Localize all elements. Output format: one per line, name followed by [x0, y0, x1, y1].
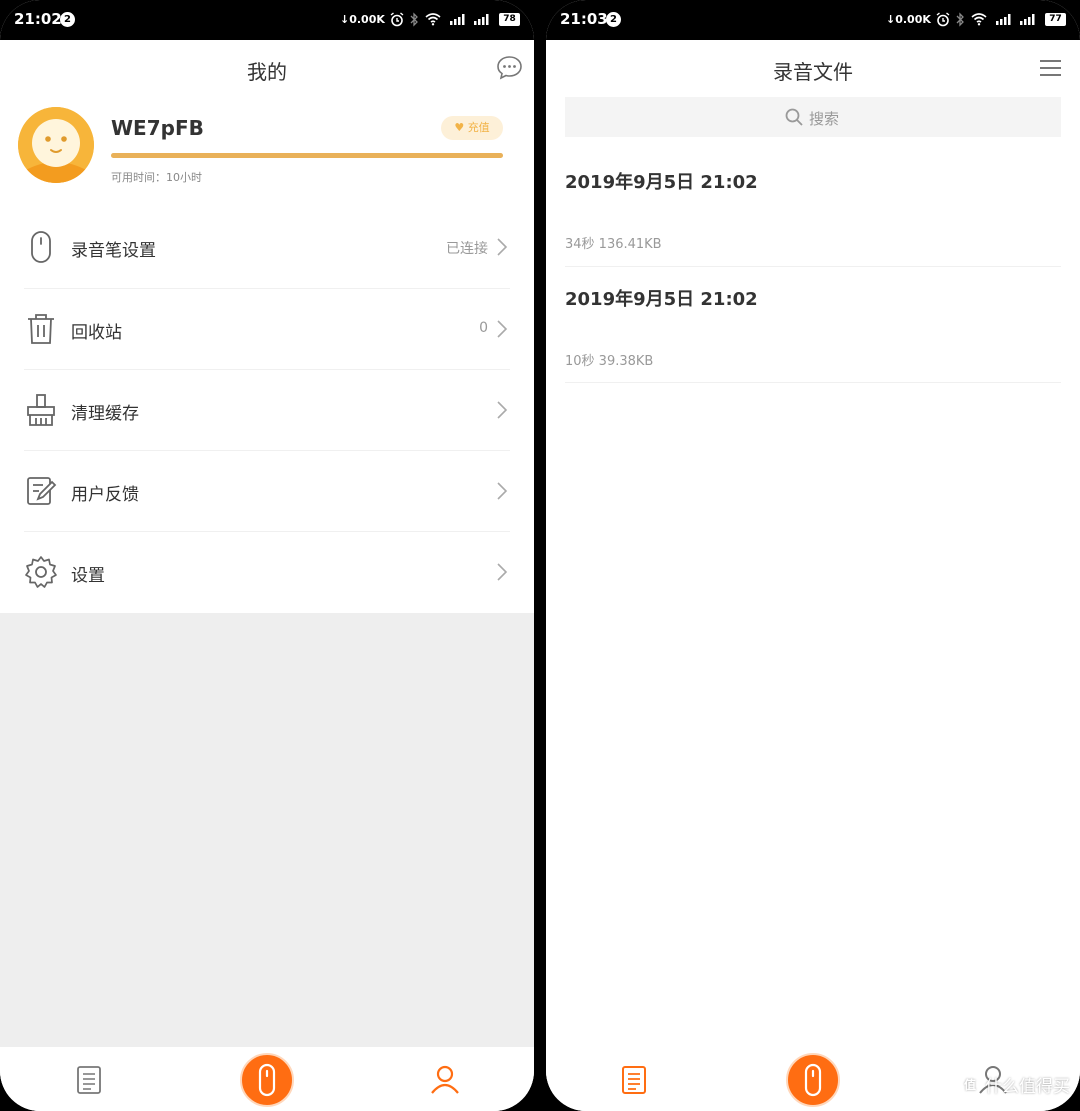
menu-item-settings[interactable]: 设置	[0, 532, 534, 612]
recorder-pen-icon	[804, 1063, 822, 1097]
menu-item-label: 用户反馈	[71, 485, 139, 505]
diamond-icon: ♥	[454, 121, 465, 134]
recorder-pen-icon	[31, 231, 51, 263]
signal-icon	[474, 14, 489, 25]
search-bar[interactable]: 搜索	[565, 97, 1061, 137]
menu-item-label: 录音笔设置	[71, 241, 156, 261]
time-progress-bar	[111, 153, 503, 158]
recordings-screen: 21:03 2 ↓0.00K 77 录音文件 搜索 2019年9月5日 21:0…	[546, 0, 1080, 1111]
bluetooth-icon	[956, 12, 964, 27]
chevron-right-icon	[497, 320, 508, 338]
menu-item-recorder-settings[interactable]: 录音笔设置 已连接	[0, 207, 534, 287]
search-placeholder: 搜索	[809, 110, 840, 128]
signal-icon	[1020, 14, 1035, 25]
menu-item-label: 设置	[71, 566, 105, 586]
avatar[interactable]	[18, 107, 94, 183]
watermark-badge: 值	[959, 1073, 981, 1096]
search-icon	[785, 108, 803, 126]
wifi-icon	[425, 13, 441, 26]
signal-icon	[996, 14, 1011, 25]
bottom-nav	[0, 1047, 534, 1111]
network-speed: ↓0.00K	[340, 13, 385, 26]
chevron-right-icon	[497, 563, 508, 581]
gear-icon	[25, 556, 57, 588]
status-bar: 21:02 2 ↓0.00K 78	[0, 0, 534, 40]
signal-icon	[450, 14, 465, 25]
record-button[interactable]	[786, 1053, 840, 1107]
page-title: 我的	[247, 60, 287, 84]
menu-item-value: 已连接	[446, 241, 488, 257]
watermark-text: 什么值得买	[985, 1077, 1070, 1097]
recharge-button[interactable]: ♥ 充值	[441, 116, 503, 140]
chat-bubble-icon[interactable]	[496, 55, 523, 80]
recording-list-item[interactable]: 2019年9月5日 21:02 34秒 136.41KB	[546, 150, 1080, 266]
nav-files-icon[interactable]	[620, 1065, 648, 1095]
feedback-edit-icon	[27, 477, 57, 505]
recording-meta: 10秒 39.38KB	[565, 354, 654, 369]
notification-badge: 2	[606, 12, 621, 27]
recording-title: 2019年9月5日 21:02	[565, 172, 758, 193]
chevron-right-icon	[497, 482, 508, 500]
wifi-icon	[971, 13, 987, 26]
watermark: 值 什么值得买	[959, 1072, 1070, 1097]
avatar-face-icon	[18, 107, 94, 183]
menu-item-label: 回收站	[71, 323, 122, 343]
divider	[565, 382, 1061, 383]
profile-screen: 21:02 2 ↓0.00K 78 我的 WE7pFB ♥ 充值 可用时间：10…	[0, 0, 534, 1111]
status-time: 21:02	[14, 10, 62, 28]
username: WE7pFB	[111, 116, 204, 140]
time-progress-fill	[111, 153, 503, 158]
bottom-nav: 值 什么值得买	[546, 1047, 1080, 1111]
battery-level: 78	[499, 13, 520, 26]
menu-item-label: 清理缓存	[71, 404, 139, 424]
notification-badge: 2	[60, 12, 75, 27]
recharge-label: 充值	[467, 121, 490, 134]
chevron-right-icon	[497, 401, 508, 419]
recording-title: 2019年9月5日 21:02	[565, 289, 758, 310]
menu-item-feedback[interactable]: 用户反馈	[0, 451, 534, 531]
menu-item-value: 0	[479, 320, 488, 336]
status-time: 21:03	[560, 10, 608, 28]
chevron-right-icon	[497, 238, 508, 256]
bluetooth-icon	[410, 12, 418, 27]
recorder-pen-icon	[258, 1063, 276, 1097]
alarm-icon	[936, 12, 950, 27]
status-bar: 21:03 2 ↓0.00K 77	[546, 0, 1080, 40]
hamburger-menu-icon[interactable]	[1039, 59, 1062, 77]
menu-item-clear-cache[interactable]: 清理缓存	[0, 370, 534, 450]
recording-meta: 34秒 136.41KB	[565, 237, 662, 252]
broom-icon	[27, 394, 55, 426]
nav-profile-icon[interactable]	[430, 1064, 460, 1094]
page-title: 录音文件	[773, 60, 853, 84]
menu-item-recycle-bin[interactable]: 回收站 0	[0, 289, 534, 369]
recording-list-item[interactable]: 2019年9月5日 21:02 10秒 39.38KB	[546, 267, 1080, 383]
empty-area	[0, 613, 534, 1047]
nav-files-icon[interactable]	[75, 1065, 103, 1095]
trash-icon	[28, 314, 54, 344]
network-speed: ↓0.00K	[886, 13, 931, 26]
battery-level: 77	[1045, 13, 1066, 26]
record-button[interactable]	[240, 1053, 294, 1107]
alarm-icon	[390, 12, 404, 27]
available-time: 可用时间：10小时	[111, 171, 202, 184]
